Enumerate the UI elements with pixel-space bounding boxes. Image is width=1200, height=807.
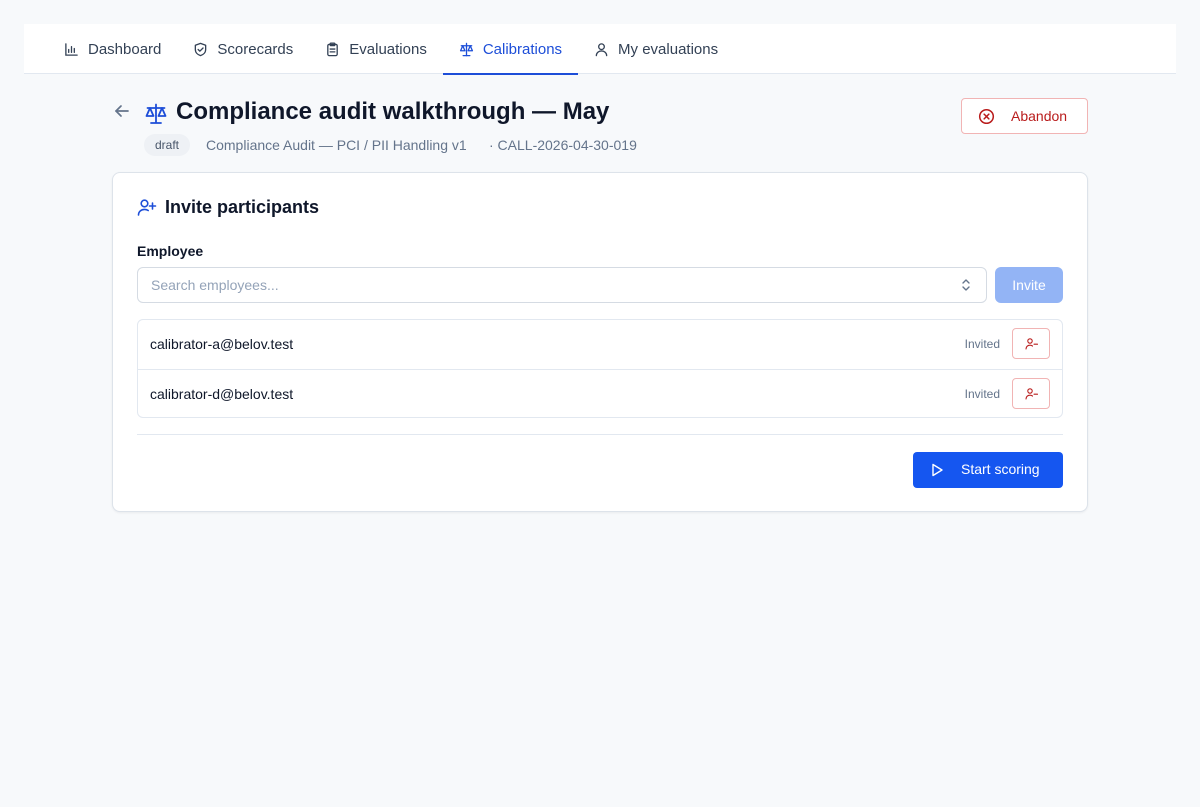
participant-list: calibrator-a@belov.test Invited calibrat… xyxy=(137,319,1063,418)
call-id: · CALL-2026-04-30-019 xyxy=(489,137,637,153)
top-navigation-bar: Dashboard Scorecards Evaluations Calibra… xyxy=(24,24,1176,75)
user-minus-icon xyxy=(1025,388,1038,400)
scale-icon xyxy=(459,42,473,56)
participant-status: Invited xyxy=(964,337,1000,351)
start-scoring-button[interactable]: Start scoring xyxy=(913,452,1063,488)
user-icon xyxy=(595,42,608,56)
tab-label: Scorecards xyxy=(217,40,294,58)
remove-participant-button[interactable] xyxy=(1012,378,1050,409)
user-minus-icon xyxy=(1025,338,1038,350)
tab-evaluations[interactable]: Evaluations xyxy=(309,24,443,74)
abandon-label: Abandon xyxy=(1011,108,1068,124)
status-badge: draft xyxy=(144,134,191,156)
tab-calibrations[interactable]: Calibrations xyxy=(442,24,579,75)
list-item: calibrator-d@belov.test Invited xyxy=(138,369,1062,417)
tab-dashboard[interactable]: Dashboard xyxy=(48,24,177,74)
scale-icon xyxy=(145,103,167,124)
list-item: calibrator-a@belov.test Invited xyxy=(138,320,1062,369)
page-title: Compliance audit walkthrough — May xyxy=(176,98,610,125)
tab-scorecards[interactable]: Scorecards xyxy=(177,24,309,74)
x-circle-icon xyxy=(978,108,995,125)
clipboard-icon xyxy=(327,41,339,56)
tab-my-evaluations[interactable]: My evaluations xyxy=(578,24,734,74)
invite-button[interactable]: Invite xyxy=(995,267,1063,303)
start-scoring-label: Start scoring xyxy=(961,461,1040,477)
tab-label: Evaluations xyxy=(349,40,427,58)
play-icon xyxy=(932,463,943,477)
invite-participants-card: Invite participants Employee Invite cali… xyxy=(112,172,1088,512)
employee-field-label: Employee xyxy=(137,243,204,259)
divider xyxy=(137,434,1063,435)
participant-email: calibrator-a@belov.test xyxy=(150,336,294,352)
bar-chart-icon xyxy=(65,42,78,56)
tab-label: Dashboard xyxy=(88,40,162,58)
abandon-button[interactable]: Abandon xyxy=(961,98,1088,134)
scorecard-name: Compliance Audit — PCI / PII Handling v1 xyxy=(206,137,467,153)
nav-tabs: Dashboard Scorecards Evaluations Calibra… xyxy=(48,24,734,75)
participant-email: calibrator-d@belov.test xyxy=(150,386,294,402)
tab-label: Calibrations xyxy=(482,40,563,58)
chevron-up-down-icon[interactable] xyxy=(958,277,974,293)
tab-label: My evaluations xyxy=(618,40,719,58)
participant-status: Invited xyxy=(964,387,1000,401)
remove-participant-button[interactable] xyxy=(1012,328,1050,359)
employee-search-input[interactable] xyxy=(137,267,987,303)
user-plus-icon xyxy=(137,199,157,216)
back-arrow-icon[interactable] xyxy=(112,101,132,121)
card-title: Invite participants xyxy=(165,197,320,217)
shield-icon xyxy=(195,42,207,56)
